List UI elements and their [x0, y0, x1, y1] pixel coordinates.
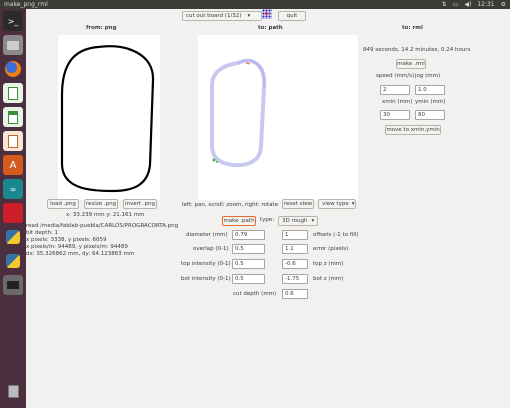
path-drawing	[210, 58, 267, 168]
firefox-icon[interactable]	[3, 59, 23, 79]
launcher: >_ A ∞	[0, 9, 26, 408]
writer-icon[interactable]	[3, 83, 23, 103]
offsets-field[interactable]: 1	[282, 230, 308, 240]
overlap-field[interactable]: 0.5	[232, 244, 265, 254]
python-app-icon[interactable]	[3, 251, 23, 271]
bot-intensity-field[interactable]: 0.5	[232, 274, 265, 284]
sound-icon[interactable]: ◀)	[464, 1, 471, 8]
xmin-field[interactable]: 30	[380, 110, 410, 120]
python-icon[interactable]	[3, 227, 23, 247]
top-intensity-field[interactable]: 0.5	[232, 259, 265, 269]
red-app-icon[interactable]	[3, 203, 23, 223]
arduino-icon[interactable]: ∞	[3, 179, 23, 199]
impress-icon[interactable]	[3, 131, 23, 151]
move-to-xmin-ymin-button[interactable]: move to xmin,ymin	[385, 125, 441, 135]
view-type-select[interactable]: view type ▾	[318, 199, 356, 209]
png-preview[interactable]	[58, 35, 160, 200]
speed-label: speed (mm/s)	[376, 73, 415, 79]
info-line: x pixels/m: 94489, y pixels/m: 94489	[26, 244, 128, 250]
path-view[interactable]	[198, 35, 358, 200]
offsets-label: offsets (-1 to fill)	[313, 232, 359, 238]
chevron-down-icon: ▾	[351, 201, 355, 207]
speed-field[interactable]: 2	[380, 85, 410, 95]
path-heading: to: path	[258, 25, 283, 31]
from-heading: from: png	[86, 25, 117, 31]
view-hint: left: pan, scroll: zoom, right: rotate	[182, 202, 278, 208]
quit-button[interactable]: quit	[278, 11, 306, 21]
files-icon[interactable]	[3, 35, 23, 55]
reset-view-button[interactable]: reset view	[282, 199, 314, 209]
resize-png-button[interactable]: resize .png	[84, 199, 118, 209]
chevron-down-icon: ▾	[311, 218, 315, 224]
cut-depth-label: cut depth (mm)	[233, 291, 277, 297]
view-type-value: view type	[322, 201, 349, 207]
keyboard-icon[interactable]: ▭	[453, 1, 459, 8]
diameter-field[interactable]: 0.79	[232, 230, 265, 240]
info-line: dx: 35.326862 mm, dy: 64.123863 mm	[26, 251, 135, 257]
overlap-label: overlap (0-1)	[193, 246, 229, 252]
bot-z-field[interactable]: -1.75	[282, 274, 308, 284]
make-path-button[interactable]: make .path	[222, 216, 256, 226]
invert-png-button[interactable]: invert .png	[123, 199, 157, 209]
bot-intensity-label: bot intensity (0-1)	[181, 276, 231, 282]
xmin-label: xmin (mm)	[382, 99, 413, 105]
rml-heading: to: rml	[402, 25, 423, 31]
system-tray: ⇅ ▭ ◀) 12:31 ⚙	[442, 1, 506, 8]
type-label: type:	[260, 217, 275, 223]
top-intensity-label: top intensity (0-1)	[181, 261, 231, 267]
top-z-field[interactable]: -0.6	[282, 259, 308, 269]
info-line: read /media/fablab-puebla/CARLOS/PROGRAC…	[26, 223, 179, 229]
info-line: bit depth: 1	[26, 230, 59, 236]
info-line: x pixels: 3338, y pixels: 6059	[26, 237, 107, 243]
trash-icon[interactable]	[3, 381, 23, 401]
ymin-field[interactable]: 80	[415, 110, 445, 120]
chevron-down-icon: ▾	[247, 13, 251, 19]
make-rml-button[interactable]: make .rml	[396, 59, 426, 69]
window-title: make_png_rml	[4, 1, 48, 8]
cut-depth-field[interactable]: 0.6	[282, 289, 308, 299]
load-png-button[interactable]: load .png	[47, 199, 79, 209]
top-z-label: top z (mm)	[313, 261, 344, 267]
jog-field[interactable]: 1.0	[415, 85, 445, 95]
png-outline	[60, 45, 155, 193]
terminal-icon[interactable]: >_	[3, 11, 23, 31]
bot-z-label: bot z (mm)	[313, 276, 344, 282]
clock[interactable]: 12:31	[477, 1, 494, 8]
cursor-coords: x: 33.239 mm y: 21.161 mm	[66, 212, 145, 218]
board-select-value: cut out board (1/32)	[186, 13, 242, 19]
gear-icon[interactable]: ⚙	[501, 1, 506, 8]
time-summary: 849 seconds, 14.2 minutes, 0.24 hours	[363, 47, 471, 53]
drive-icon[interactable]	[3, 275, 23, 295]
app-window: cut out board (1/32) ▾ quit from: png to…	[26, 9, 510, 408]
error-label: error (pixels)	[313, 246, 349, 252]
board-select[interactable]: cut out board (1/32) ▾	[182, 11, 262, 21]
network-icon[interactable]: ⇅	[442, 1, 447, 8]
calc-icon[interactable]	[3, 107, 23, 127]
software-center-icon[interactable]: A	[3, 155, 23, 175]
diameter-label: diameter (mm)	[186, 232, 228, 238]
jog-label: jog (mm)	[415, 73, 441, 79]
grid-red-dot	[265, 12, 268, 15]
ymin-label: ymin (mm)	[415, 99, 446, 105]
path-type-value: 3D rough	[282, 218, 308, 224]
path-type-select[interactable]: 3D rough ▾	[278, 216, 318, 226]
error-field[interactable]: 1.1	[282, 244, 308, 254]
top-bar: make_png_rml ⇅ ▭ ◀) 12:31 ⚙	[0, 0, 510, 9]
png-info: read /media/fablab-puebla/CARLOS/PROGRAC…	[26, 223, 178, 258]
